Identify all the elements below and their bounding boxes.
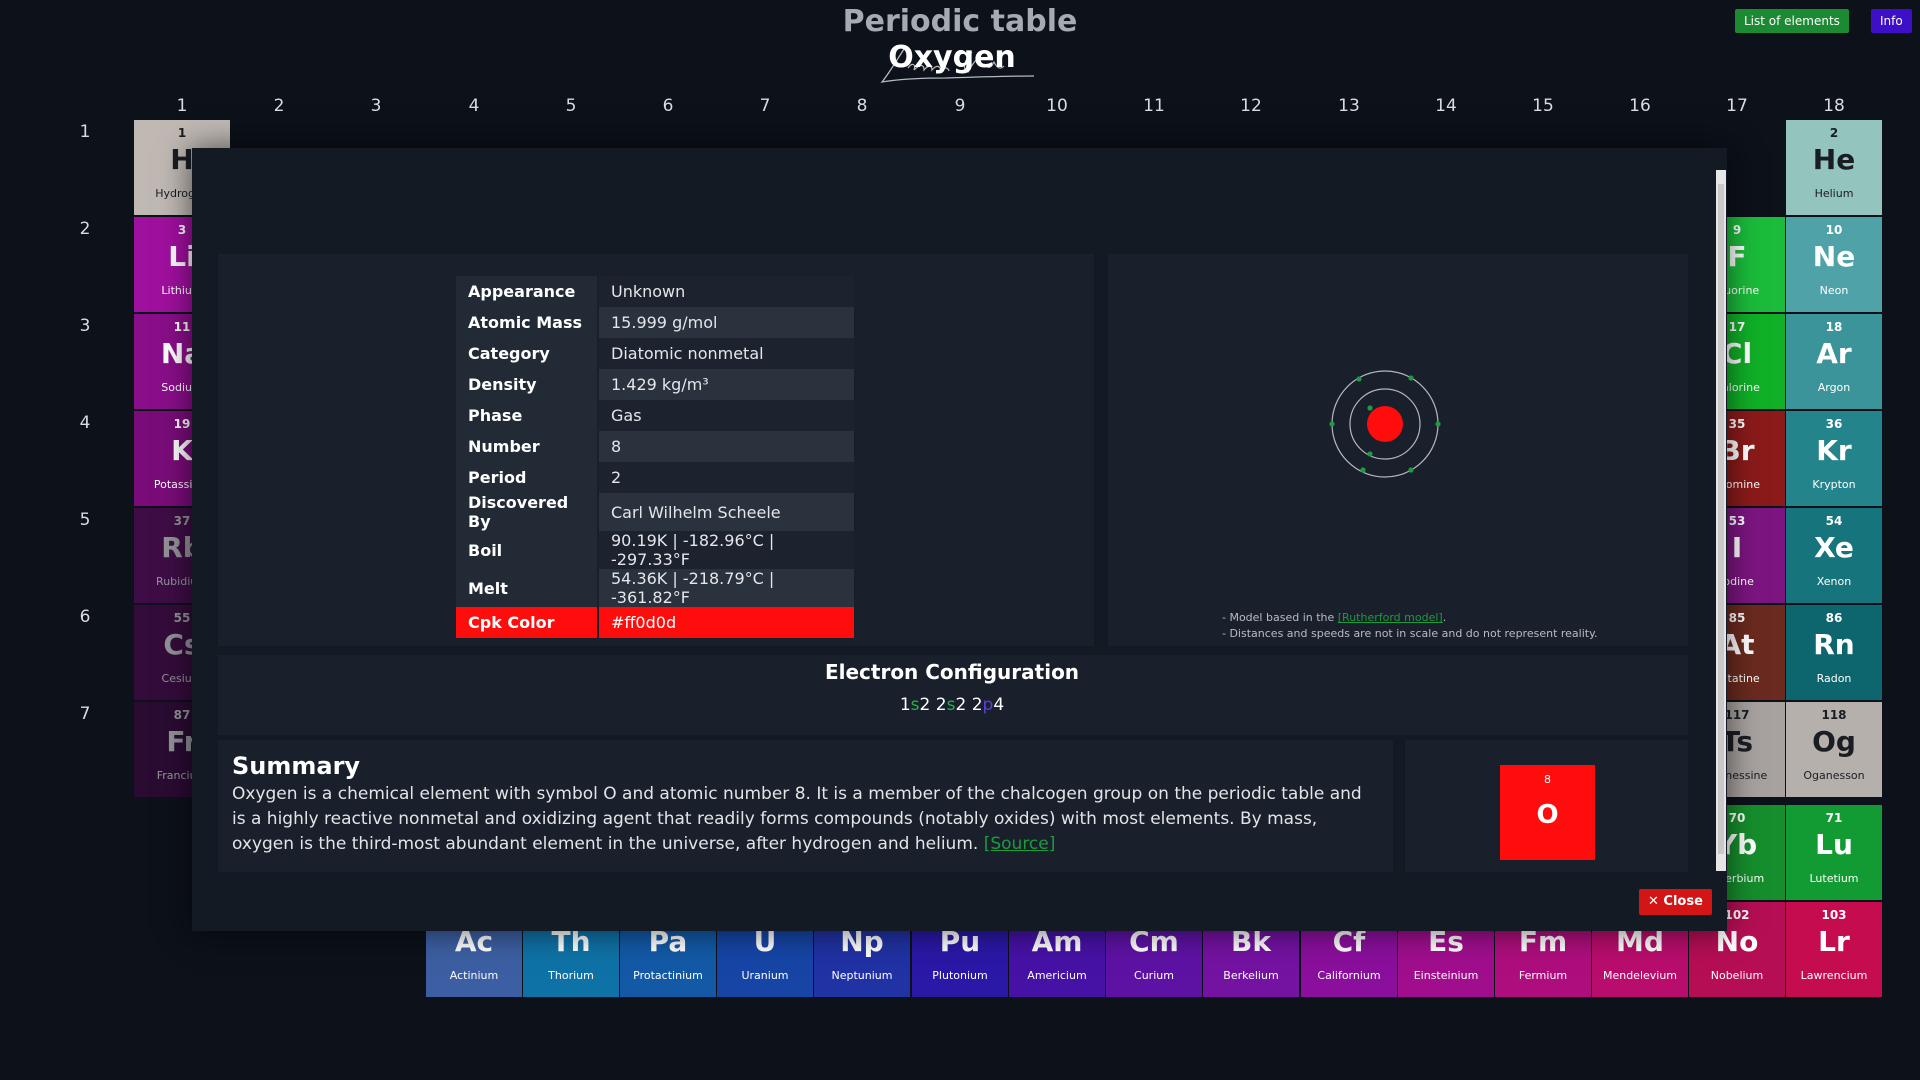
property-value: Gas — [598, 400, 854, 431]
selected-element-tile: 8 O — [1500, 765, 1595, 860]
property-key: Appearance — [456, 276, 599, 307]
group-number: 5 — [565, 96, 577, 116]
property-key: Number — [456, 431, 599, 462]
property-key: Atomic Mass — [456, 307, 599, 338]
property-row: Number 8 — [456, 431, 854, 462]
element-tile[interactable]: 54 Xe Xenon — [1786, 508, 1882, 603]
summary-text: Oxygen is a chemical element with symbol… — [232, 784, 1362, 854]
list-of-elements-button[interactable]: List of elements — [1735, 9, 1849, 33]
close-button[interactable]: ✕ Close — [1639, 889, 1712, 915]
group-number: 18 — [1823, 96, 1845, 116]
model-note-line-1: - Model based in the [Rutherford model]. — [1222, 611, 1447, 624]
group-number: 9 — [954, 96, 966, 116]
property-row: Boil 90.19K | -182.96°C | -297.33°F — [456, 531, 854, 569]
group-number: 10 — [1046, 96, 1068, 116]
property-row: Melt 54.36K | -218.79°C | -361.82°F — [456, 569, 854, 607]
selected-element-symbol: O — [1536, 800, 1559, 830]
property-value: 8 — [598, 431, 854, 462]
element-tile[interactable]: 18 Ar Argon — [1786, 314, 1882, 409]
group-number: 14 — [1435, 96, 1457, 116]
property-value: Unknown — [598, 276, 854, 307]
electron-config-value: 1s2 2s2 2p4 — [899, 695, 1005, 715]
electron — [1435, 421, 1441, 427]
group-number: 17 — [1726, 96, 1748, 116]
property-row: Atomic Mass 15.999 g/mol — [456, 307, 854, 338]
group-number: 16 — [1629, 96, 1651, 116]
element-tile[interactable]: 103 Lr Lawrencium — [1786, 902, 1882, 997]
period-number: 6 — [79, 607, 91, 627]
property-key: Cpk Color — [456, 607, 599, 638]
period-number: 7 — [79, 704, 91, 724]
nucleus — [1367, 406, 1403, 442]
element-tile[interactable]: 118 Og Oganesson — [1786, 702, 1882, 797]
property-value: 2 — [598, 462, 854, 493]
property-value: #ff0d0d — [598, 607, 854, 638]
property-row: Period 2 — [456, 462, 854, 493]
property-row-cpk-color: Cpk Color #ff0d0d — [456, 607, 854, 638]
period-number: 3 — [79, 316, 91, 336]
electron — [1329, 421, 1335, 427]
property-row: Phase Gas — [456, 400, 854, 431]
summary-title: Summary — [232, 752, 361, 780]
element-tile[interactable]: 86 Rn Radon — [1786, 605, 1882, 700]
group-number: 12 — [1240, 96, 1262, 116]
group-number: 3 — [370, 96, 382, 116]
period-number: 4 — [79, 413, 91, 433]
property-value: 15.999 g/mol — [598, 307, 854, 338]
group-number: 8 — [856, 96, 868, 116]
electron — [1356, 376, 1362, 382]
electron — [1408, 375, 1414, 381]
period-number: 5 — [79, 510, 91, 530]
group-number: 7 — [759, 96, 771, 116]
property-key: Discovered By — [456, 493, 599, 531]
element-tile[interactable]: 2 He Helium — [1786, 120, 1882, 215]
group-number: 11 — [1143, 96, 1165, 116]
property-key: Boil — [456, 531, 599, 569]
property-key: Category — [456, 338, 599, 369]
property-row: Category Diatomic nonmetal — [456, 338, 854, 369]
property-value: 90.19K | -182.96°C | -297.33°F — [598, 531, 854, 569]
property-value: 1.429 kg/m³ — [598, 369, 854, 400]
selected-element-number: 8 — [1544, 773, 1551, 786]
group-number: 13 — [1338, 96, 1360, 116]
electron — [1360, 467, 1366, 473]
property-key: Melt — [456, 569, 599, 607]
info-button[interactable]: Info — [1871, 9, 1912, 33]
property-row: Appearance Unknown — [456, 276, 854, 307]
period-number: 2 — [79, 219, 91, 239]
element-tile[interactable]: 71 Lu Lutetium — [1786, 805, 1882, 900]
group-number: 15 — [1532, 96, 1554, 116]
period-number: 1 — [79, 122, 91, 142]
properties-table: Appearance Unknown Atomic Mass 15.999 g/mo… — [456, 276, 854, 638]
property-key: Phase — [456, 400, 599, 431]
scrollbar-thumb[interactable] — [1718, 184, 1724, 854]
rutherford-model-link[interactable]: [Rutherford model] — [1338, 611, 1443, 624]
property-key: Period — [456, 462, 599, 493]
modal-title: Oxygen — [888, 40, 1016, 75]
group-number: 1 — [176, 96, 188, 116]
property-value: Carl Wilhelm Scheele — [598, 493, 854, 531]
source-link[interactable]: [Source] — [984, 834, 1056, 854]
group-number: 6 — [662, 96, 674, 116]
group-number: 2 — [273, 96, 285, 116]
electron — [1367, 405, 1373, 411]
element-tile[interactable]: 10 Ne Neon — [1786, 217, 1882, 312]
element-tile[interactable]: 36 Kr Krypton — [1786, 411, 1882, 506]
group-number: 4 — [468, 96, 480, 116]
modal-scrollbar[interactable] — [1716, 170, 1726, 871]
electron — [1367, 451, 1373, 457]
electron-config-title: Electron Configuration — [824, 660, 1080, 684]
property-value: Diatomic nonmetal — [598, 338, 854, 369]
property-row: Density 1.429 kg/m³ — [456, 369, 854, 400]
rutherford-atom-model — [1329, 370, 1441, 478]
property-value: 54.36K | -218.79°C | -361.82°F — [598, 569, 854, 607]
model-note-line-2: - Distances and speeds are not in scale … — [1222, 627, 1598, 640]
property-row: Discovered By Carl Wilhelm Scheele — [456, 493, 854, 531]
app-title: Periodic table — [842, 4, 1078, 39]
property-key: Density — [456, 369, 599, 400]
electron — [1408, 467, 1414, 473]
